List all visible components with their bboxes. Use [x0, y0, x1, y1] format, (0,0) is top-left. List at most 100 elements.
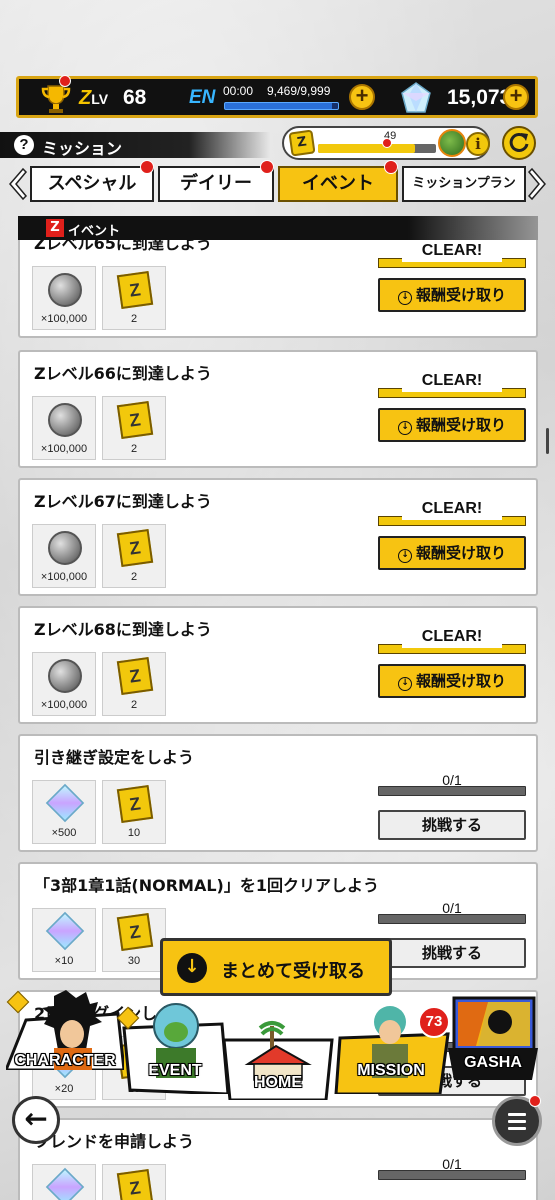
reward-ticket[interactable]: Z 2: [102, 524, 166, 588]
tab-event-notification-dot: [384, 160, 398, 174]
energy-label: EN: [189, 87, 216, 108]
section-title: イベント: [68, 224, 121, 239]
scrollbar[interactable]: [546, 428, 549, 454]
mission-title: 引き継ぎ設定をしよう: [34, 748, 195, 767]
mission-badge: 73: [418, 1006, 450, 1038]
reward-quantity: ×100,000: [40, 313, 88, 325]
gem-count: 15,073: [447, 86, 512, 109]
collect-all-button[interactable]: ↓ まとめて受け取る: [160, 938, 392, 996]
reward-crystal[interactable]: ×500: [32, 780, 96, 844]
pass-progress-bar: [318, 144, 436, 153]
reward-coin[interactable]: ×100,000: [32, 396, 96, 460]
zeni-coin-icon: [48, 403, 82, 437]
mission-card: Zレベル66に到達しよう ×100,000 Z 2 CLEAR! ↓ 報酬受け取り: [18, 350, 538, 468]
mission-title: Zレベル67に到達しよう: [34, 492, 212, 511]
mission-card: フレンドを申請しよう Z 0/1: [18, 1118, 538, 1200]
reward-crystal[interactable]: [32, 1164, 96, 1200]
dragon-stone-icon: [45, 911, 85, 951]
dragon-stone-icon: [45, 1167, 85, 1200]
reward-ticket[interactable]: Z 2: [102, 266, 166, 330]
energy-bar: [224, 102, 339, 110]
reward-quantity: ×10: [54, 955, 74, 967]
tab-next-arrow[interactable]: [527, 166, 549, 202]
z-ticket-icon: Z: [116, 656, 154, 696]
nav-event[interactable]: EVENT: [116, 998, 234, 1096]
reward-ticket[interactable]: Z 30: [102, 908, 166, 972]
reward-coin[interactable]: ×100,000: [32, 524, 96, 588]
reward-ticket[interactable]: Z: [102, 1164, 166, 1200]
z-badge-icon: Z: [46, 219, 64, 237]
z-ticket-icon: Z: [116, 1168, 154, 1200]
reward-crystal[interactable]: ×10: [32, 908, 96, 972]
challenge-button[interactable]: 挑戦する: [378, 938, 526, 968]
clear-label: CLEAR!: [402, 500, 502, 520]
reward-quantity: 2: [130, 571, 138, 583]
arrow-down-icon: ↓: [397, 549, 412, 563]
clear-label: CLEAR!: [402, 242, 502, 262]
trophy-notification-dot: [59, 75, 71, 87]
menu-button[interactable]: [492, 1095, 542, 1146]
help-icon[interactable]: ?: [14, 135, 34, 155]
menu-notification-dot: [529, 1095, 541, 1107]
reward-ticket[interactable]: Z 2: [102, 652, 166, 716]
arrow-down-icon: ↓: [397, 677, 412, 691]
clear-label: CLEAR!: [402, 628, 502, 648]
zeni-coin-icon: [48, 659, 82, 693]
section-header: Z イベント: [18, 216, 538, 240]
z-ticket-icon: Z: [116, 528, 154, 568]
tab-special[interactable]: スペシャル: [30, 160, 154, 202]
refresh-button[interactable]: [502, 126, 536, 160]
claim-reward-button[interactable]: ↓ 報酬受け取り: [378, 408, 526, 442]
back-button[interactable]: ←: [12, 1096, 60, 1144]
arrow-down-icon: ↓: [177, 953, 207, 983]
mission-card: Zレベル65に到達しよう ×100,000 Z 2 CLEAR! ↓ 報酬受け取り: [18, 240, 538, 338]
z-ticket-icon: Z: [116, 912, 154, 952]
progress-text: 0/1: [442, 772, 462, 788]
claim-reward-button[interactable]: ↓ 報酬受け取り: [378, 278, 526, 312]
mission-card: Zレベル67に到達しよう ×100,000 Z 2 CLEAR! ↓ 報酬受け取り: [18, 478, 538, 596]
dragon-stone-icon: [401, 82, 431, 113]
mission-title: フレンドを申請しよう: [34, 1132, 195, 1151]
tab-prev-arrow[interactable]: [6, 166, 28, 202]
nav-character[interactable]: CHARACTER: [3, 990, 126, 1088]
progress-text: 0/1: [442, 1156, 462, 1172]
reward-quantity: 2: [130, 313, 138, 325]
resource-bar: ZLV 68 EN 00:00 9,469/9,999 + 15,073 +: [16, 75, 538, 118]
zeni-coin-icon: [48, 273, 82, 307]
z-ticket-icon: Z: [116, 784, 154, 824]
reward-coin[interactable]: ×100,000: [32, 266, 96, 330]
reward-quantity: ×500: [51, 827, 77, 839]
challenge-button[interactable]: 挑戦する: [378, 810, 526, 840]
reward-coin[interactable]: ×100,000: [32, 652, 96, 716]
nav-home[interactable]: HOME: [218, 1016, 338, 1102]
add-gems-button[interactable]: +: [503, 84, 529, 110]
z-ticket-icon: Z: [288, 129, 316, 157]
status-bar: [0, 0, 555, 70]
mission-title: Zレベル66に到達しよう: [34, 364, 212, 383]
z-ticket-icon: Z: [116, 400, 154, 440]
reward-ticket[interactable]: Z 2: [102, 396, 166, 460]
page-title: ミッション: [42, 139, 123, 158]
nav-gasha[interactable]: GASHA: [448, 996, 538, 1080]
mission-card: 引き継ぎ設定をしよう ×500 Z 10 0/1 挑戦する: [18, 734, 538, 852]
reward-quantity: 2: [130, 443, 138, 455]
tab-daily-notification-dot: [260, 160, 274, 174]
info-icon[interactable]: i: [466, 132, 490, 156]
claim-reward-button[interactable]: ↓ 報酬受け取り: [378, 536, 526, 570]
page-header: ? ミッション: [0, 132, 270, 158]
zeni-coin-icon: [48, 531, 82, 565]
tab-event[interactable]: イベント: [278, 160, 398, 202]
reward-ticket[interactable]: Z 10: [102, 780, 166, 844]
player-level: 68: [123, 86, 147, 109]
claim-reward-button[interactable]: ↓ 報酬受け取り: [378, 664, 526, 698]
mission-title: Zレベル65に到達しよう: [34, 240, 212, 253]
pass-character-icon: [438, 129, 466, 157]
arrow-left-icon: ←: [24, 1102, 48, 1135]
arrow-down-icon: ↓: [397, 291, 412, 305]
mission-card: Zレベル68に到達しよう ×100,000 Z 2 CLEAR! ↓ 報酬受け取り: [18, 606, 538, 724]
tab-daily[interactable]: デイリー: [158, 160, 274, 202]
add-energy-button[interactable]: +: [349, 84, 375, 110]
tab-mission-plan[interactable]: ミッションプラン: [402, 166, 526, 202]
mission-title: 「3部1章1話(NORMAL)」を1回クリアしよう: [34, 876, 379, 895]
pass-progress-fill: [318, 144, 415, 153]
